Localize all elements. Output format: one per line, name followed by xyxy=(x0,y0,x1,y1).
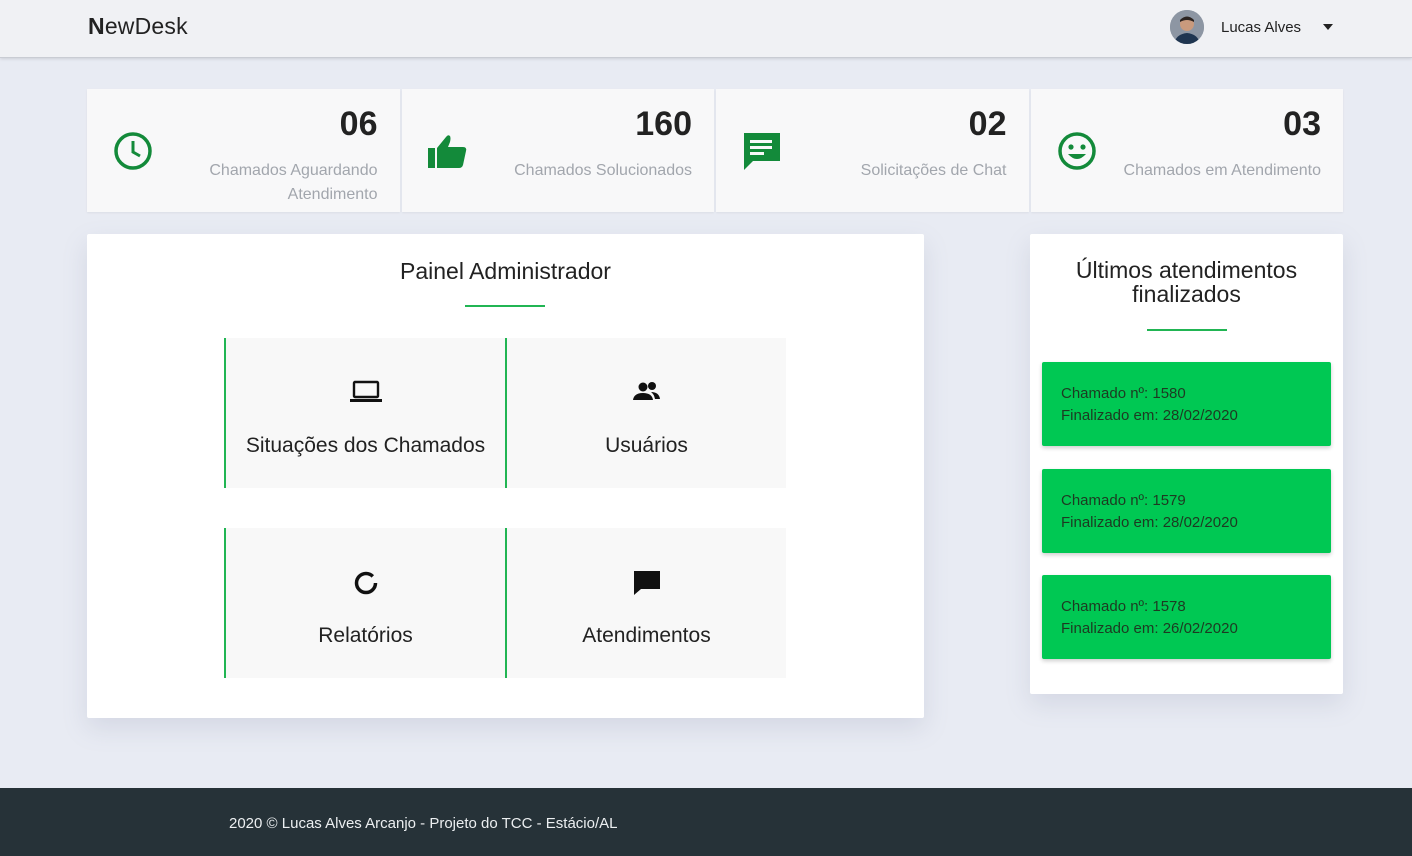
footer: 2020 © Lucas Alves Arcanjo - Projeto do … xyxy=(0,788,1412,856)
stats-row: 06 Chamados Aguardando Atendimento 160 C… xyxy=(87,89,1343,212)
ticket-finished-date: Finalizado em: 28/02/2020 xyxy=(1061,407,1238,424)
title-underline xyxy=(1147,329,1227,331)
title-underline xyxy=(465,305,545,307)
stat-value: 03 xyxy=(1283,105,1321,143)
avatar[interactable] xyxy=(1170,10,1204,44)
donut-chart-icon xyxy=(226,570,505,601)
ticket-number: Chamado nº: 1580 xyxy=(1061,385,1186,402)
tile-users[interactable]: Usuários xyxy=(505,338,786,488)
stat-label: Chamados Aguardando Atendimento xyxy=(209,162,378,203)
panel-title: Painel Administrador xyxy=(400,258,611,284)
user-name: Lucas Alves xyxy=(1221,18,1302,36)
stat-label: Chamados Solucionados xyxy=(514,162,692,179)
brand-name: ewDesk xyxy=(104,13,188,39)
top-navbar: NewDesk Lucas Alves xyxy=(0,0,1412,58)
stat-card-in-progress: 03 Chamados em Atendimento xyxy=(1030,89,1343,212)
footer-text: 2020 © Lucas Alves Arcanjo - Projeto do … xyxy=(229,815,618,832)
stat-value: 06 xyxy=(339,105,378,143)
tile-label: Usuários xyxy=(605,434,688,457)
ticket-card[interactable]: Chamado nº: 1578 Finalizado em: 26/02/20… xyxy=(1042,575,1331,659)
brand-initial: N xyxy=(88,13,105,39)
ticket-finished-date: Finalizado em: 26/02/2020 xyxy=(1061,620,1238,637)
laptop-icon xyxy=(226,380,505,409)
users-icon xyxy=(507,380,786,409)
stat-card-solved: 160 Chamados Solucionados xyxy=(401,89,714,212)
stat-value: 160 xyxy=(635,105,692,143)
smiley-icon xyxy=(1055,129,1099,173)
thumb-up-icon xyxy=(426,129,470,173)
ticket-number: Chamado nº: 1579 xyxy=(1061,492,1186,509)
ticket-finished-date: Finalizado em: 28/02/2020 xyxy=(1061,514,1238,531)
stat-card-chat: 02 Solicitações de Chat xyxy=(716,89,1029,212)
recent-tickets-panel: Últimos atendimentos finalizados Chamado… xyxy=(1030,234,1343,694)
caret-down-icon[interactable] xyxy=(1323,24,1334,30)
stat-label: Solicitações de Chat xyxy=(860,162,1007,179)
tile-support[interactable]: Atendimentos xyxy=(505,528,786,678)
tile-label: Relatórios xyxy=(318,624,413,647)
panel-title: Últimos atendimentos finalizados xyxy=(1075,257,1298,307)
chat-icon xyxy=(740,129,784,173)
stat-card-waiting: 06 Chamados Aguardando Atendimento xyxy=(87,89,400,212)
ticket-card[interactable]: Chamado nº: 1580 Finalizado em: 28/02/20… xyxy=(1042,362,1331,446)
tile-reports[interactable]: Relatórios xyxy=(224,528,505,678)
user-menu[interactable]: Lucas Alves xyxy=(1170,9,1334,45)
clock-icon xyxy=(111,129,155,173)
stat-label: Chamados em Atendimento xyxy=(1123,162,1321,179)
stat-value: 02 xyxy=(968,105,1007,143)
brand-logo[interactable]: NewDesk xyxy=(88,13,188,40)
ticket-number: Chamado nº: 1578 xyxy=(1061,598,1186,615)
admin-panel: Painel Administrador Situações dos Chama… xyxy=(87,234,924,718)
message-icon xyxy=(507,570,786,601)
tile-ticket-status[interactable]: Situações dos Chamados xyxy=(224,338,505,488)
tile-label: Atendimentos xyxy=(582,624,711,647)
tile-label: Situações dos Chamados xyxy=(245,434,486,457)
ticket-card[interactable]: Chamado nº: 1579 Finalizado em: 28/02/20… xyxy=(1042,469,1331,553)
